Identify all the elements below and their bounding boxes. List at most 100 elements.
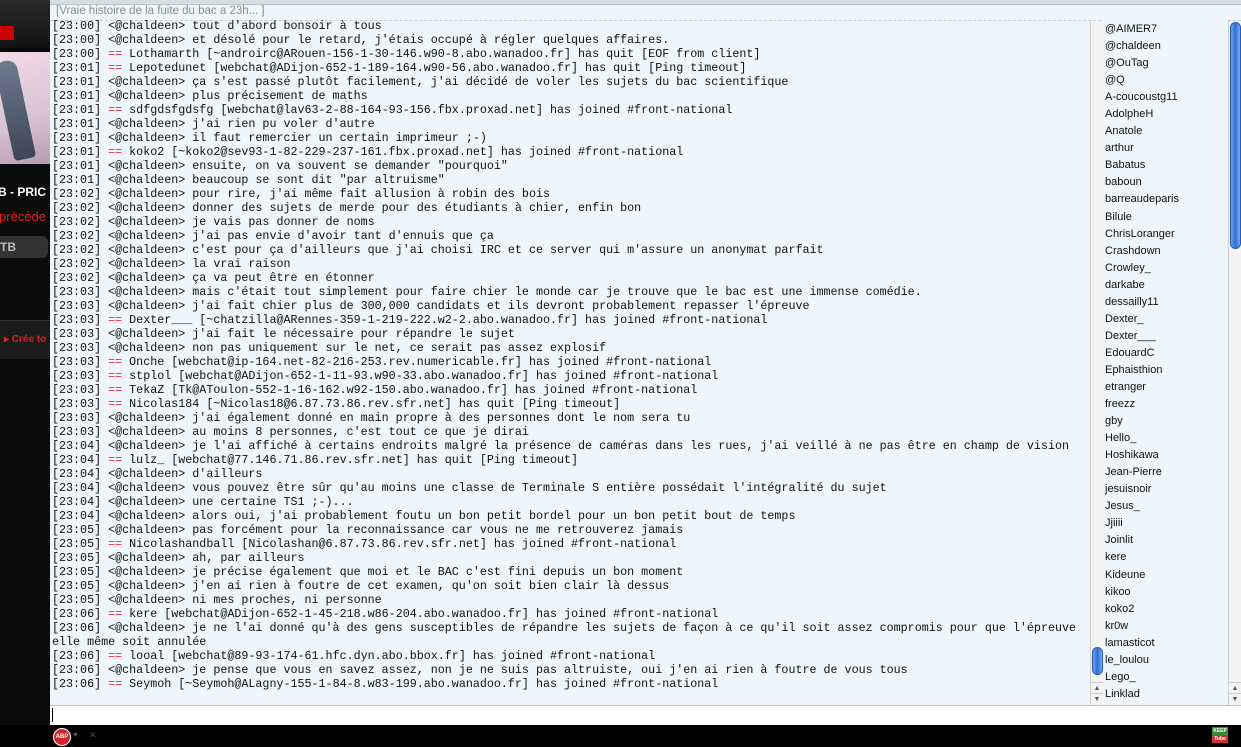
- background-webpage-strip: B - PRIC précéde TB ▸ Crée to: [0, 0, 50, 725]
- nick-item[interactable]: kikoo: [1103, 584, 1228, 601]
- nick-item[interactable]: gby: [1103, 413, 1228, 430]
- scroll-down-arrow-icon[interactable]: ▼: [1091, 693, 1103, 705]
- nick-item[interactable]: Jjiiii: [1103, 515, 1228, 532]
- chat-message-line: [23:00] <@chaldeen> et désolé pour le re…: [52, 33, 1088, 47]
- timestamp: [23:06]: [52, 621, 102, 635]
- line-text: <@chaldeen> c'est pour ça d'ailleurs que…: [108, 243, 824, 257]
- chat-message-line: [23:05] <@chaldeen> ah, par ailleurs: [52, 551, 1088, 565]
- timestamp: [23:03]: [52, 355, 102, 369]
- browser-status-bar: ABP ▼ ✕ KEEP Tube: [0, 725, 1241, 747]
- line-text: <@chaldeen> ça va peut être en étonner: [108, 271, 375, 285]
- nick-item[interactable]: jesuisnoir: [1103, 481, 1228, 498]
- chat-message-line: [23:02] <@chaldeen> j'ai pas envie d'avo…: [52, 229, 1088, 243]
- chat-event-line: [23:03] == stplol [webchat@ADijon-652-1-…: [52, 369, 1088, 383]
- nick-item[interactable]: Bilule: [1103, 209, 1228, 226]
- line-text: kere [webchat@ADijon-652-1-45-218.w86-20…: [129, 607, 719, 621]
- chat-message-line: [23:01] <@chaldeen> il faut remercier un…: [52, 131, 1088, 145]
- timestamp: [23:05]: [52, 551, 102, 565]
- nick-item[interactable]: Dexter___: [1103, 328, 1228, 345]
- chat-scrollbar-thumb[interactable]: [1092, 647, 1103, 675]
- chat-message-line: [23:04] <@chaldeen> vous pouvez être sûr…: [52, 481, 1088, 495]
- line-text: koko2 [~koko2@sev93-1-82-229-237-161.fbx…: [129, 145, 684, 159]
- timestamp: [23:04]: [52, 467, 102, 481]
- nick-item[interactable]: Joinlit: [1103, 532, 1228, 549]
- background-link[interactable]: ▸ Crée to: [4, 334, 46, 345]
- nick-list[interactable]: @AIMER7 @chaldeen @OuTag @Q A-coucoustg11 Ado…: [1103, 19, 1228, 707]
- nick-item[interactable]: kere: [1103, 549, 1228, 566]
- timestamp: [23:03]: [52, 425, 102, 439]
- chevron-down-icon[interactable]: ▼: [72, 732, 79, 739]
- timestamp: [23:03]: [52, 285, 102, 299]
- event-marker: ==: [108, 47, 123, 61]
- nick-item[interactable]: le_loulou: [1103, 652, 1228, 669]
- nick-item[interactable]: Hoshikawa: [1103, 447, 1228, 464]
- line-text: Nicolashandball [Nicolashan@6.87.73.86.r…: [129, 537, 677, 551]
- nicklist-scrollbar[interactable]: ▲ ▼: [1228, 21, 1241, 705]
- nick-item[interactable]: Kideune: [1103, 567, 1228, 584]
- nick-item[interactable]: Jesus_: [1103, 498, 1228, 515]
- nick-item[interactable]: lamasticot: [1103, 635, 1228, 652]
- chat-message-line: [23:03] <@chaldeen> j'ai fait chier plus…: [52, 299, 1088, 313]
- nick-item[interactable]: Linklad: [1103, 686, 1228, 703]
- nick-item[interactable]: @Q: [1103, 72, 1228, 89]
- irc-client: [Vraie histoire de la fuite du bac a 23h…: [50, 0, 1241, 726]
- timestamp: [23:06]: [52, 607, 102, 621]
- scroll-down-arrow-icon[interactable]: ▼: [1229, 693, 1241, 705]
- nick-item[interactable]: darkabe: [1103, 277, 1228, 294]
- timestamp: [23:01]: [52, 61, 102, 75]
- nick-item[interactable]: kr0w: [1103, 618, 1228, 635]
- timestamp: [23:00]: [52, 33, 102, 47]
- nick-item[interactable]: A-coucoustg11: [1103, 89, 1228, 106]
- nick-item[interactable]: freezz: [1103, 396, 1228, 413]
- nick-item[interactable]: ChrisLoranger: [1103, 226, 1228, 243]
- timestamp: [23:03]: [52, 411, 102, 425]
- nick-item[interactable]: Ephaisthion: [1103, 362, 1228, 379]
- nick-item[interactable]: Dexter_: [1103, 311, 1228, 328]
- event-marker: ==: [108, 355, 123, 369]
- chat-log[interactable]: [23:00] <@chaldeen> tout d'abord bonsoir…: [52, 19, 1088, 705]
- line-text: stplol [webchat@ADijon-652-1-11-93.w90-3…: [129, 369, 719, 383]
- chat-event-line: [23:03] == Nicolas184 [~Nicolas18@6.87.7…: [52, 397, 1088, 411]
- nick-item[interactable]: koko2: [1103, 601, 1228, 618]
- timestamp: [23:04]: [52, 453, 102, 467]
- nick-item[interactable]: baboun: [1103, 174, 1228, 191]
- nick-item[interactable]: Crashdown: [1103, 243, 1228, 260]
- nick-item[interactable]: AdolpheH: [1103, 106, 1228, 123]
- background-header: [0, 0, 50, 48]
- line-text: <@chaldeen> j'ai fait le nécessaire pour…: [108, 327, 515, 341]
- nick-item[interactable]: Lego_: [1103, 669, 1228, 686]
- chat-message-line: [23:03] <@chaldeen> mais c'était tout si…: [52, 285, 1088, 299]
- chat-message-line: [23:03] <@chaldeen> au moins 8 personnes…: [52, 425, 1088, 439]
- chat-event-line: [23:01] == Lepotedunet [webchat@ADijon-6…: [52, 61, 1088, 75]
- nicklist-scrollbar-thumb[interactable]: [1230, 22, 1241, 249]
- line-text: <@chaldeen> et désolé pour le retard, j'…: [108, 33, 670, 47]
- timestamp: [23:05]: [52, 593, 102, 607]
- nick-item[interactable]: Hello_: [1103, 430, 1228, 447]
- line-text: <@chaldeen> une certaine TS1 ;-)...: [108, 495, 354, 509]
- nick-item[interactable]: Babatus: [1103, 157, 1228, 174]
- chat-event-line: [23:03] == TekaZ [Tk@AToulon-552-1-16-16…: [52, 383, 1088, 397]
- message-input[interactable]: [50, 705, 1241, 726]
- nick-item[interactable]: arthur: [1103, 140, 1228, 157]
- nick-item[interactable]: @chaldeen: [1103, 38, 1228, 55]
- nick-item[interactable]: dessailly11: [1103, 294, 1228, 311]
- line-text: <@chaldeen> j'ai rien pu voler d'autre: [108, 117, 375, 131]
- timestamp: [23:01]: [52, 131, 102, 145]
- nick-item[interactable]: @AIMER7: [1103, 21, 1228, 38]
- nick-item[interactable]: etranger: [1103, 379, 1228, 396]
- chat-event-line: [23:01] == sdfgdsfgdsfg [webchat@lav63-2…: [52, 103, 1088, 117]
- nick-item[interactable]: barreaudeparis: [1103, 191, 1228, 208]
- chat-event-line: [23:06] == Seymoh [~Seymoh@ALagny-155-1-…: [52, 677, 1088, 691]
- nick-item[interactable]: Crowley_: [1103, 260, 1228, 277]
- nick-item[interactable]: @OuTag: [1103, 55, 1228, 72]
- adblock-plus-icon[interactable]: ABP: [53, 728, 71, 746]
- timestamp: [23:05]: [52, 537, 102, 551]
- chat-scrollbar[interactable]: ▲ ▼: [1090, 21, 1103, 705]
- nick-item[interactable]: Jean-Pierre: [1103, 464, 1228, 481]
- line-text: lulz_ [webchat@77.146.71.86.rev.sfr.net]…: [129, 453, 579, 467]
- keeptube-icon[interactable]: KEEP Tube: [1212, 727, 1228, 744]
- nick-item[interactable]: Anatole: [1103, 123, 1228, 140]
- nick-item[interactable]: EdouardC: [1103, 345, 1228, 362]
- chat-event-line: [23:03] == Onche [webchat@ip-164.net-82-…: [52, 355, 1088, 369]
- close-icon[interactable]: ✕: [89, 730, 97, 741]
